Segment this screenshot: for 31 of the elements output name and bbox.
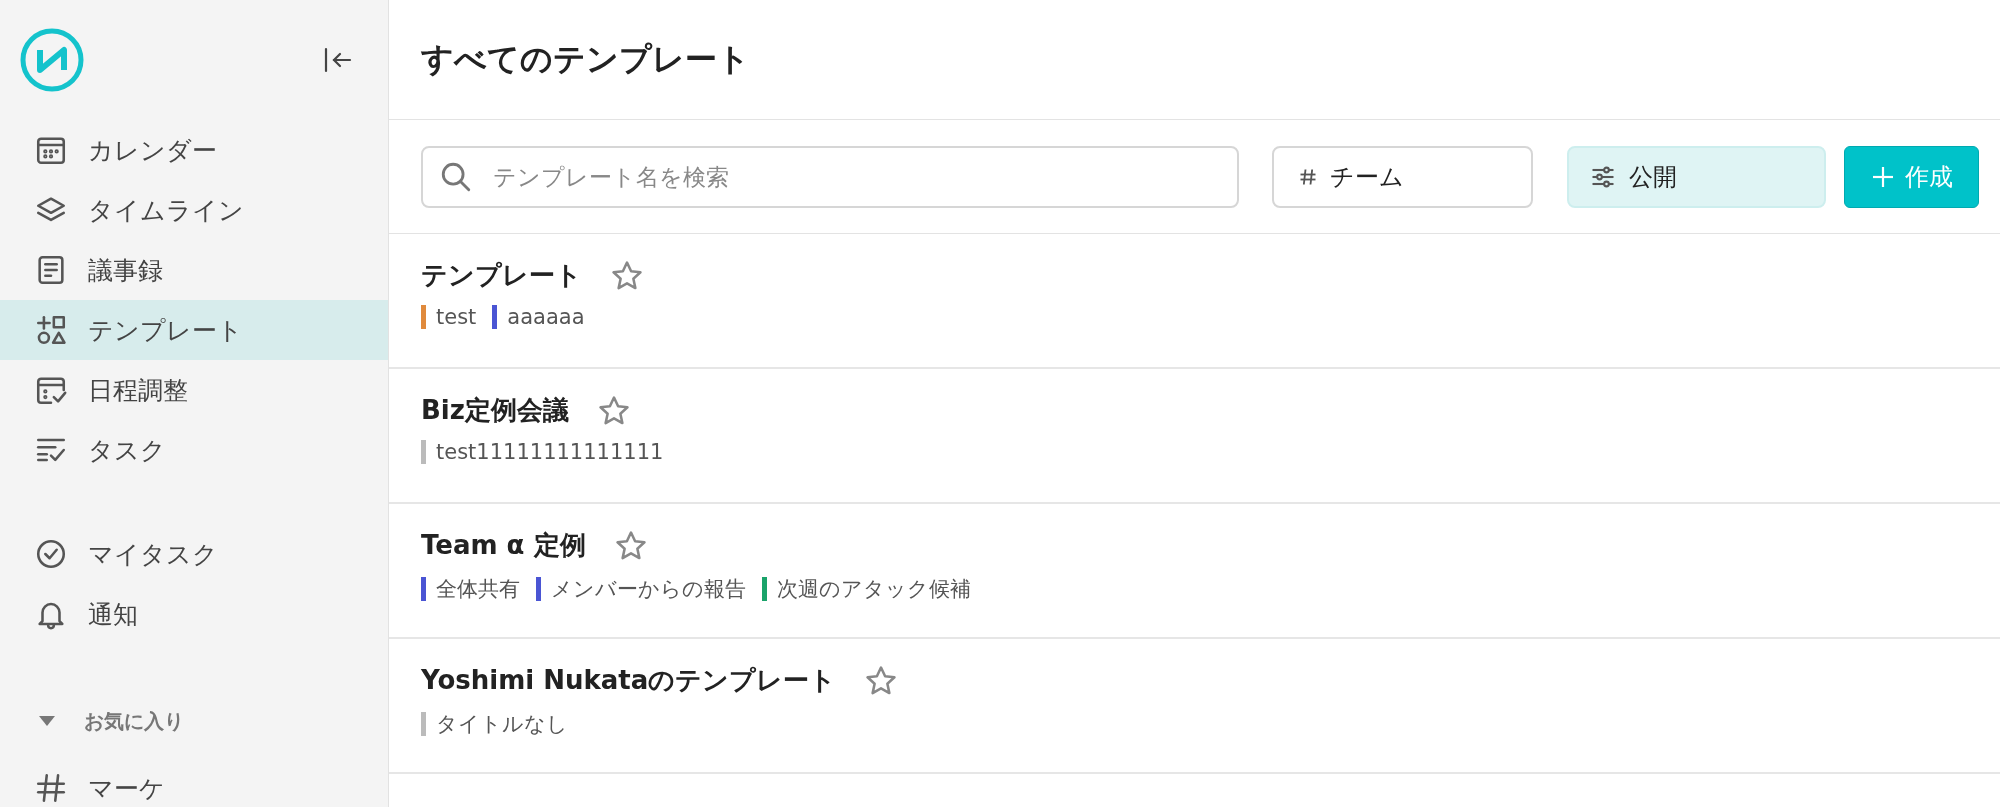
sidebar-item[interactable]: 通知 (0, 584, 388, 644)
sidebar-item[interactable]: マーケ (0, 758, 388, 807)
tag-label: タイトルなし (436, 711, 568, 738)
sidebar-item[interactable]: カレンダー (0, 120, 388, 180)
visibility-filter-button[interactable]: 公開 (1567, 145, 1826, 208)
sidebar-item[interactable]: 日程調整 (0, 360, 388, 420)
sidebar-item[interactable]: テンプレート (0, 300, 388, 360)
tag-label: メンバーからの報告 (551, 576, 746, 603)
tag-label: test (436, 305, 477, 329)
template-title[interactable]: Biz定例会議 (421, 393, 569, 428)
check-circle-icon (34, 537, 68, 571)
tag-label: test11111111111111 (436, 440, 664, 464)
hash-icon (34, 771, 68, 805)
logo-icon (20, 28, 84, 92)
template-title[interactable]: Yoshimi Nukataのテンプレート (421, 663, 837, 698)
favorites-header[interactable]: お気に入り (0, 701, 388, 741)
search-field[interactable]: テンプレート名を検索 (421, 145, 1239, 208)
tag-label: 次週のアタック候補 (777, 576, 971, 603)
sidebar-item[interactable]: マイタスク (0, 524, 388, 584)
plus-icon (1870, 164, 1895, 189)
tag-label: 全体共有 (436, 576, 520, 603)
sidebar-item[interactable]: タスク (0, 420, 388, 480)
template-title[interactable]: Team α 定例 (421, 528, 586, 563)
team-filter-button[interactable]: チーム (1272, 145, 1533, 208)
sidebar-item[interactable]: タイムライン (0, 180, 388, 240)
page-title: すべてのテンプレート (420, 38, 750, 80)
sidebar-item[interactable]: 議事録 (0, 240, 388, 300)
template-title[interactable]: テンプレート (421, 258, 582, 293)
tag-label: aaaaaa (507, 305, 585, 329)
caret-icon (38, 715, 56, 727)
shapes-icon (34, 313, 68, 347)
